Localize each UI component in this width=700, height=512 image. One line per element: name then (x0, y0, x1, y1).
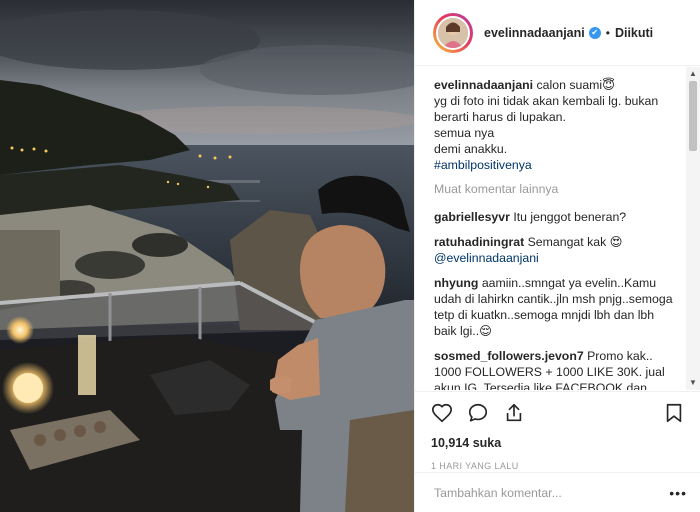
avatar-story-ring[interactable] (433, 12, 473, 53)
comment-item: gabriellesyvr Itu jenggot beneran? (434, 209, 679, 225)
comment-text: Itu jenggot beneran? (513, 210, 627, 224)
post-caption: evelinnadaanjani calon suami😇 yg di foto… (434, 77, 679, 173)
post-header: evelinnadaanjani ✔ • Diikuti (415, 0, 700, 66)
caption-line: yg di foto ini tidak akan kembali lg. bu… (434, 94, 659, 108)
comment-item: ratuhadiningrat Semangat kak 😍 @evelinna… (434, 234, 679, 266)
caption-line: semua nya (434, 126, 495, 140)
likes-number: 10,914 (431, 436, 470, 450)
comments-scrollbar[interactable]: ▲ ▼ (686, 67, 700, 390)
caption-line: berarti harus di lupakan. (434, 110, 566, 124)
comment-input[interactable] (434, 485, 670, 500)
bookmark-icon[interactable] (663, 402, 685, 424)
scroll-down-icon[interactable]: ▼ (689, 379, 697, 387)
comment-item: sosmed_followers.jevon7 Promo kak.. 1000… (434, 348, 679, 390)
scroll-up-icon[interactable]: ▲ (689, 70, 697, 78)
post-actions: 10,914 suka 1 HARI YANG LALU (415, 391, 700, 471)
caption-line: evelinnadaanjani calon suami😇 (434, 77, 679, 93)
comment-author[interactable]: ratuhadiningrat (434, 235, 524, 249)
more-options-icon[interactable]: ••• (669, 485, 687, 501)
share-icon[interactable] (503, 402, 525, 424)
comment-text: Semangat kak 😍 (527, 235, 623, 249)
verified-icon: ✔ (588, 26, 601, 39)
follow-status-button[interactable]: Diikuti (615, 26, 653, 40)
load-more-comments-button[interactable]: Muat komentar lainnya (434, 181, 679, 197)
comment-mention[interactable]: @evelinnadaanjani (434, 251, 539, 265)
post-photo[interactable] (0, 0, 414, 512)
post-author-username[interactable]: evelinnadaanjani (484, 26, 585, 40)
caption-hashtag[interactable]: #ambilpositivenya (434, 157, 679, 173)
header-separator: • (605, 25, 610, 40)
caption-author[interactable]: evelinnadaanjani (434, 78, 533, 92)
action-icons-row (431, 400, 685, 426)
comments-list[interactable]: evelinnadaanjani calon suami😇 yg di foto… (415, 67, 687, 390)
likes-count[interactable]: 10,914 suka (431, 436, 685, 450)
comment-author[interactable]: nhyung (434, 276, 478, 290)
add-comment-bar: ••• (415, 472, 700, 512)
scrollbar-thumb[interactable] (689, 81, 697, 151)
comment-author[interactable]: gabriellesyvr (434, 210, 510, 224)
heart-icon[interactable] (431, 402, 453, 424)
comment-author[interactable]: sosmed_followers.jevon7 (434, 349, 584, 363)
comment-item: nhyung aamiin..smngat ya evelin..Kamu ud… (434, 275, 679, 339)
avatar[interactable] (436, 15, 470, 50)
post-timestamp[interactable]: 1 HARI YANG LALU (431, 461, 685, 471)
comment-icon[interactable] (467, 402, 489, 424)
caption-line: demi anakku. (434, 142, 508, 156)
likes-unit: suka (472, 436, 502, 450)
post-detail-panel: evelinnadaanjani ✔ • Diikuti evelinnadaa… (414, 0, 700, 512)
caption-text: calon suami😇 (536, 78, 615, 92)
